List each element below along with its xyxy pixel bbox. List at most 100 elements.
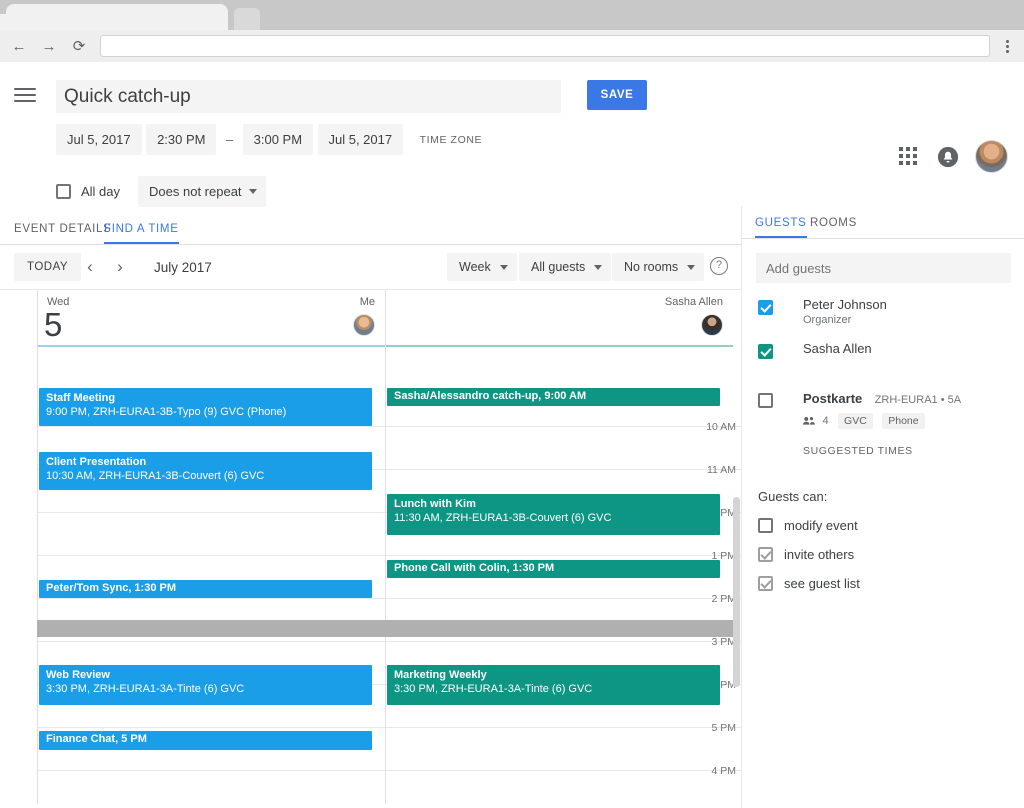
- column-accent-bar: [386, 345, 733, 347]
- event-subtitle: 9:00 PM, ZRH-EURA1-3B-Typo (9) GVC (Phon…: [46, 405, 287, 418]
- permission-label: see guest list: [784, 576, 860, 591]
- browser-menu-icon[interactable]: [996, 38, 1018, 55]
- tab-event-details[interactable]: EVENT DETAILS: [14, 223, 112, 244]
- calendar-event[interactable]: Marketing Weekly 3:30 PM, ZRH-EURA1-3A-T…: [387, 665, 720, 705]
- permission-checkbox[interactable]: [758, 576, 773, 591]
- permission-label: modify event: [784, 518, 858, 533]
- calendar-event[interactable]: Staff Meeting 9:00 PM, ZRH-EURA1-3B-Typo…: [39, 388, 372, 426]
- guests-filter-label: All guests: [531, 260, 586, 274]
- me-avatar: [353, 314, 375, 336]
- rooms-filter-select[interactable]: No rooms: [612, 253, 705, 281]
- event-subtitle: 11:30 AM, ZRH-EURA1-3B-Couvert (6) GVC: [394, 511, 612, 524]
- event-title: Web Review: [46, 669, 110, 681]
- forward-icon[interactable]: →: [38, 35, 60, 57]
- calendar-event[interactable]: Web Review 3:30 PM, ZRH-EURA1-3A-Tinte (…: [39, 665, 372, 705]
- browser-tab[interactable]: [6, 4, 228, 31]
- view-select-label: Week: [459, 260, 491, 274]
- chevron-down-icon: [594, 265, 603, 270]
- calendar-event[interactable]: Client Presentation 10:30 AM, ZRH-EURA1-…: [39, 452, 372, 490]
- end-date-field[interactable]: Jul 5, 2017: [317, 124, 404, 155]
- calendar-event[interactable]: Finance Chat, 5 PM: [39, 731, 372, 750]
- guests-can-title: Guests can:: [758, 489, 828, 504]
- event-title: Finance Chat, 5 PM: [46, 733, 147, 745]
- guest-list-item[interactable]: Sasha Allen: [742, 341, 1024, 371]
- day-number: 5: [44, 306, 63, 343]
- column-owner-label: Sasha Allen: [664, 296, 723, 308]
- guests-filter-select[interactable]: All guests: [519, 253, 612, 281]
- room-tag-phone: Phone: [882, 413, 925, 429]
- calendar-scrollbar[interactable]: [733, 497, 740, 687]
- datetime-row: Jul 5, 2017 2:30 PM – 3:00 PM Jul 5, 201…: [0, 124, 1024, 170]
- event-subtitle: 10:30 AM, ZRH-EURA1-3B-Couvert (6) GVC: [46, 469, 265, 482]
- column-header-guest: Sasha Allen: [386, 290, 733, 347]
- permission-see-guest-list[interactable]: see guest list: [758, 576, 1024, 591]
- room-tag-gvc: GVC: [838, 413, 873, 429]
- chevron-down-icon: [499, 265, 508, 270]
- guest-checkbox[interactable]: [758, 344, 773, 359]
- event-subtitle: 3:30 PM, ZRH-EURA1-3A-Tinte (6) GVC: [46, 682, 245, 695]
- guest-name: Sasha Allen: [803, 341, 872, 356]
- guest-list-item[interactable]: Peter Johnson Organizer: [742, 297, 1024, 327]
- room-meta: ZRH-EURA1 • 5A: [874, 394, 962, 406]
- browser-tabstrip: [0, 0, 1024, 31]
- app-header: SAVE: [0, 62, 1024, 173]
- event-title: Peter/Tom Sync, 1:30 PM: [46, 582, 177, 594]
- chevron-down-icon: [248, 189, 257, 194]
- event-title: Sasha/Alessandro catch-up, 9:00 AM: [394, 390, 587, 402]
- room-checkbox[interactable]: [758, 393, 773, 408]
- column-owner-label: Me: [359, 296, 375, 308]
- reload-icon[interactable]: ⟳: [68, 35, 90, 57]
- repeat-dropdown[interactable]: Does not repeat: [138, 175, 266, 207]
- event-subtitle: 3:30 PM, ZRH-EURA1-3A-Tinte (6) GVC: [394, 682, 593, 695]
- busy-overlay-bar[interactable]: [37, 620, 733, 637]
- hamburger-icon[interactable]: [14, 84, 36, 106]
- help-circle-icon[interactable]: ?: [710, 257, 728, 275]
- address-bar[interactable]: [100, 35, 990, 57]
- repeat-label: Does not repeat: [149, 183, 242, 199]
- today-button[interactable]: TODAY: [14, 253, 82, 281]
- end-time-field[interactable]: 3:00 PM: [242, 124, 314, 155]
- view-select[interactable]: Week: [447, 253, 517, 281]
- calendar-event[interactable]: Lunch with Kim 11:30 AM, ZRH-EURA1-3B-Co…: [387, 494, 720, 535]
- calendar-event[interactable]: Sasha/Alessandro catch-up, 9:00 AM: [387, 388, 720, 406]
- start-time-field[interactable]: 2:30 PM: [146, 124, 217, 155]
- tab-guests[interactable]: GUESTS: [755, 217, 807, 238]
- event-title: Staff Meeting: [46, 392, 116, 404]
- start-date-field[interactable]: Jul 5, 2017: [56, 124, 142, 155]
- new-tab-button[interactable]: [234, 8, 260, 31]
- time-zone-button[interactable]: TIME ZONE: [420, 134, 483, 146]
- permission-modify-event[interactable]: modify event: [758, 518, 1024, 533]
- prev-week-icon[interactable]: ‹: [80, 257, 100, 277]
- add-guests-input[interactable]: [756, 253, 1011, 283]
- suggested-times-button[interactable]: SUGGESTED TIMES: [803, 445, 1024, 457]
- guest-checkbox[interactable]: [758, 300, 773, 315]
- save-button[interactable]: SAVE: [587, 80, 647, 110]
- tab-find-a-time[interactable]: FIND A TIME: [104, 223, 179, 244]
- tab-rooms[interactable]: ROOMS: [810, 217, 857, 238]
- back-icon[interactable]: ←: [8, 35, 30, 57]
- browser-toolbar: ← → ⟳: [0, 30, 1024, 62]
- guests-panel-tabs: GUESTS ROOMS: [742, 206, 1024, 239]
- guest-name: Peter Johnson: [803, 297, 887, 312]
- next-week-icon[interactable]: ›: [110, 257, 130, 277]
- calendar-event[interactable]: Phone Call with Colin, 1:30 PM: [387, 560, 720, 578]
- month-label: July 2017: [154, 260, 212, 275]
- chevron-down-icon: [687, 265, 696, 270]
- browser-chrome: ← → ⟳: [0, 0, 1024, 62]
- people-icon: [803, 413, 816, 431]
- sasha-avatar: [701, 314, 723, 336]
- room-capacity: 4: [822, 415, 829, 427]
- permission-checkbox[interactable]: [758, 518, 773, 533]
- calendar-event[interactable]: Peter/Tom Sync, 1:30 PM: [39, 580, 372, 598]
- room-list-item[interactable]: Postkarte ZRH-EURA1 • 5A 4 GVC Phone: [742, 390, 1024, 431]
- event-title-input[interactable]: [56, 80, 561, 113]
- event-title: Lunch with Kim: [394, 498, 476, 510]
- column-header-me: Wed 5 Me: [38, 290, 385, 347]
- calendar-column-guest: Sasha Allen: [385, 290, 733, 804]
- all-day-checkbox[interactable]: [56, 183, 71, 199]
- permission-invite-others[interactable]: invite others: [758, 547, 1024, 562]
- permission-checkbox[interactable]: [758, 547, 773, 562]
- event-title: Phone Call with Colin, 1:30 PM: [394, 562, 555, 574]
- permission-label: invite others: [784, 547, 855, 562]
- room-name: Postkarte: [803, 391, 863, 406]
